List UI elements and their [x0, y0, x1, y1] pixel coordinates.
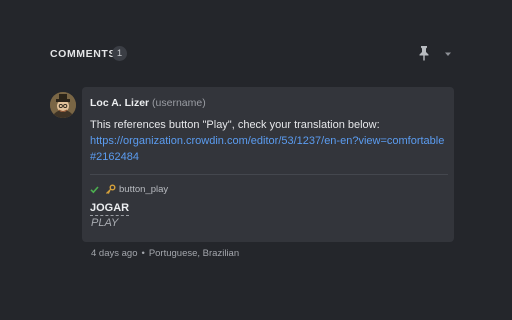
comment-text: This references button "Play", check you… [90, 119, 380, 131]
string-reference: button_play [90, 184, 168, 198]
string-key[interactable]: button_play [119, 184, 168, 195]
divider [90, 174, 448, 175]
comments-title: COMMENTS [50, 48, 117, 60]
comment-language: Portuguese, Brazilian [148, 248, 240, 259]
meta-separator: • [141, 248, 145, 259]
comments-count-badge: 1 [112, 46, 127, 61]
author-name[interactable]: Loc A. Lizer [90, 97, 149, 109]
key-icon [105, 184, 116, 195]
comment-link[interactable]: https://organization.crowdin.com/editor/… [90, 135, 444, 163]
comments-header: COMMENTS 1 [50, 44, 458, 64]
user-avatar[interactable] [50, 92, 76, 118]
translation-text[interactable]: JOGAR [90, 202, 130, 216]
check-icon [90, 185, 99, 194]
pin-icon[interactable] [416, 44, 432, 62]
chevron-down-icon[interactable] [442, 47, 454, 59]
source-text: PLAY [91, 217, 119, 229]
comment-card: Loc A. Lizer (username) This references … [82, 87, 454, 242]
author-username: (username) [152, 97, 206, 109]
comment-author-line: Loc A. Lizer (username) [90, 97, 206, 109]
comment-meta: 4 days ago • Portuguese, Brazilian [91, 248, 239, 259]
comment-body: This references button "Play", check you… [90, 117, 446, 165]
comment-time: 4 days ago [91, 248, 138, 259]
